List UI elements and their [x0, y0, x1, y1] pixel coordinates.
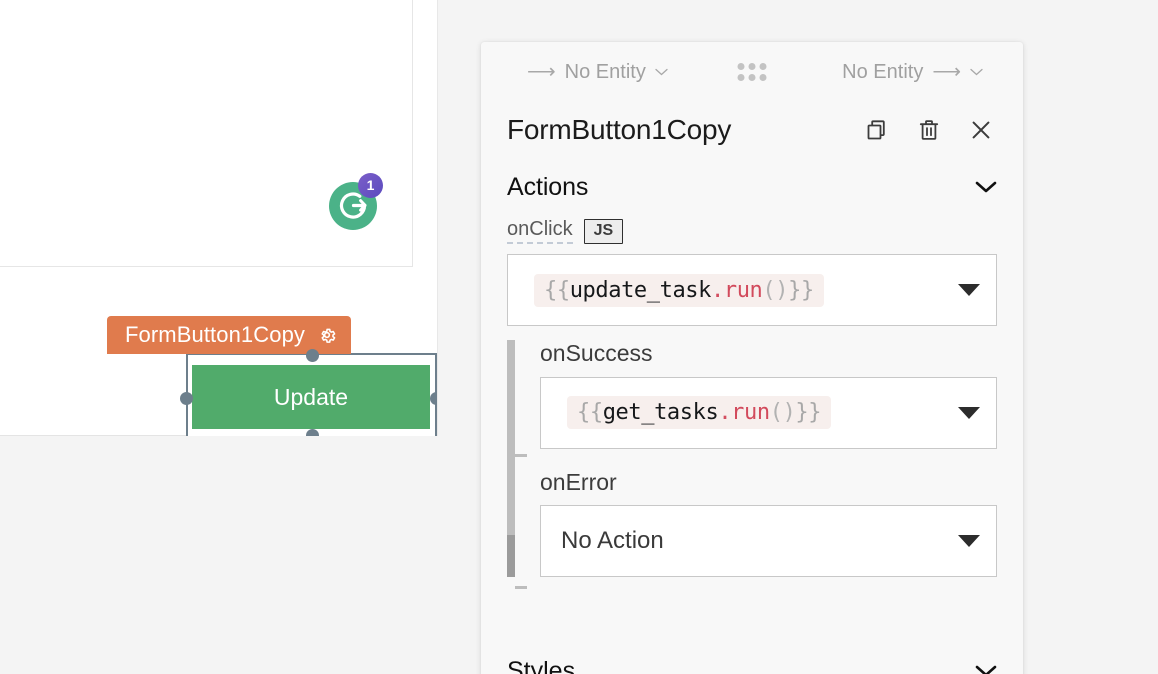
resize-handle-right[interactable] [430, 392, 437, 405]
code-token-function: run [731, 400, 770, 426]
arrow-right-icon: ⟶ [932, 61, 961, 83]
tree-connector-line [507, 340, 515, 578]
code-token-open-brace: {{ [577, 400, 603, 426]
onsuccess-block: onSuccess {{get_tasks.run()}} [540, 340, 997, 449]
page-title: FormButton1Copy [507, 114, 732, 145]
code-token-dot: . [711, 277, 724, 303]
onclick-action-value: {{update_task.run()}} [534, 273, 824, 307]
arrow-right-icon: ⟶ [527, 61, 556, 83]
js-toggle-button[interactable]: JS [583, 218, 624, 244]
tree-connector-tick [515, 586, 527, 589]
section-title-styles: Styles [507, 656, 576, 674]
next-entity-label: No Entity [842, 60, 924, 83]
next-entity-selector[interactable]: No Entity ⟶ [842, 61, 983, 84]
resize-handle-left[interactable] [180, 392, 193, 405]
widget-name-label: FormButton1Copy [125, 322, 306, 347]
onclick-action-select[interactable]: {{update_task.run()}} [507, 254, 997, 326]
app-root: 1 FormButton1Copy Update ⟶ No Entity No … [0, 0, 1158, 674]
onclick-label-row: onClick JS [507, 216, 997, 246]
canvas-right-edge [437, 0, 438, 436]
code-token-close-brace: }} [788, 277, 814, 303]
drag-dot [759, 74, 767, 81]
code-token-dot: . [718, 400, 732, 426]
section-header-actions[interactable]: Actions [481, 158, 1023, 216]
tree-connector-thumb [507, 535, 515, 578]
chevron-down-icon[interactable] [975, 180, 997, 194]
code-token-open-brace: {{ [544, 277, 570, 303]
code-token-parens: () [762, 277, 789, 303]
onerror-label: onError [540, 468, 617, 495]
drag-handle-icon[interactable] [737, 63, 767, 81]
drag-dot [737, 74, 745, 81]
prev-entity-label: No Entity [564, 60, 646, 83]
copy-icon[interactable] [865, 118, 889, 142]
resize-handle-top[interactable] [306, 349, 319, 362]
gear-icon[interactable] [317, 325, 337, 345]
actions-section-body: onClick JS {{update_task.run()}} onSucce… [481, 216, 1023, 589]
chevron-down-icon[interactable] [655, 68, 668, 76]
chevron-down-icon[interactable] [958, 535, 980, 548]
trash-icon[interactable] [917, 118, 941, 142]
update-button[interactable]: Update [192, 365, 430, 429]
onsuccess-action-value: {{get_tasks.run()}} [567, 396, 832, 430]
action-callbacks-group: onSuccess {{get_tasks.run()}} onError No… [507, 340, 997, 589]
chevron-down-icon[interactable] [958, 284, 980, 296]
update-button-label: Update [273, 383, 349, 410]
resize-handle-bottom[interactable] [306, 429, 319, 436]
close-icon[interactable] [969, 118, 993, 142]
code-token-function: run [723, 277, 763, 303]
grammarly-badge-count: 1 [358, 173, 383, 198]
onclick-label: onClick [507, 218, 573, 244]
drag-dot [748, 63, 756, 70]
drag-dot [737, 63, 745, 70]
chevron-down-icon[interactable] [970, 68, 983, 76]
property-pane-nav: ⟶ No Entity No Entity ⟶ [481, 42, 1023, 102]
drag-dot [759, 63, 767, 70]
tree-connector-tick [515, 454, 527, 457]
editor-canvas[interactable]: 1 FormButton1Copy Update [0, 0, 437, 436]
section-header-styles[interactable]: Styles [481, 646, 1023, 674]
chevron-down-icon[interactable] [958, 406, 980, 419]
onsuccess-action-select[interactable]: {{get_tasks.run()}} [540, 376, 997, 449]
onerror-block: onError No Action [540, 469, 997, 578]
code-token-name: get_tasks [602, 400, 719, 426]
property-pane-header: FormButton1Copy [481, 102, 1023, 158]
onerror-action-value: No Action [561, 527, 664, 555]
onsuccess-label: onSuccess [540, 340, 653, 366]
code-token-close-brace: }} [795, 400, 822, 426]
drag-dot [748, 74, 756, 81]
code-token-name: update_task [569, 277, 712, 303]
grammarly-widget[interactable]: 1 [329, 173, 383, 230]
property-pane: ⟶ No Entity No Entity ⟶ FormButton1Copy … [481, 42, 1023, 674]
prev-entity-selector[interactable]: ⟶ No Entity [527, 61, 668, 84]
section-title-actions: Actions [507, 172, 589, 201]
property-pane-actions [865, 118, 997, 142]
code-token-parens: () [769, 400, 796, 426]
onerror-action-select[interactable]: No Action [540, 505, 997, 578]
chevron-down-icon[interactable] [975, 664, 997, 674]
